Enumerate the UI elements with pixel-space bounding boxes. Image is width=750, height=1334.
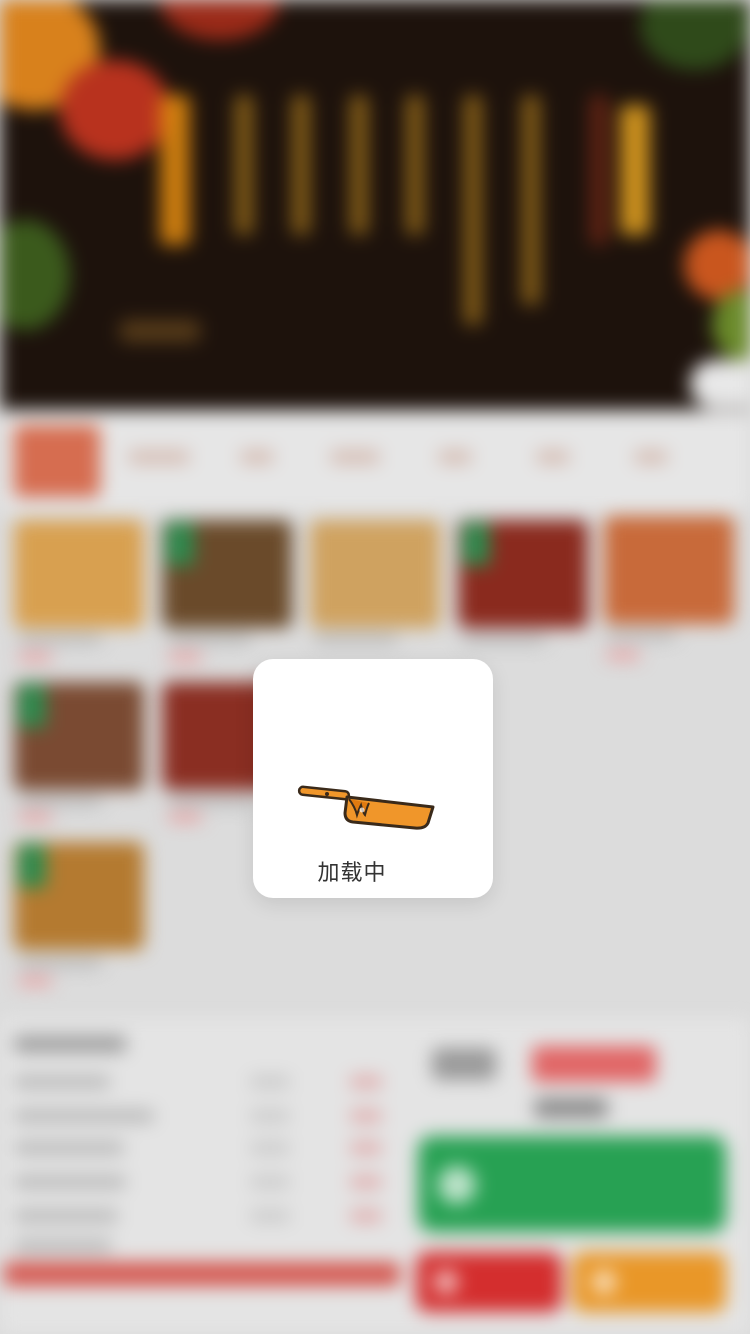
category-tab-active [14, 425, 100, 497]
total-label [432, 1048, 496, 1080]
tertiary-action-button [572, 1252, 726, 1312]
total-price [532, 1046, 656, 1082]
banner-corner-control [690, 360, 750, 408]
hero-banner [0, 0, 750, 410]
frying-pan-icon [297, 785, 435, 830]
loading-text: 加载中 [317, 861, 387, 886]
checkout-button [418, 1136, 726, 1232]
total-subtext [534, 1098, 608, 1118]
order-summary-strip [4, 1262, 400, 1286]
secondary-action-button [416, 1252, 562, 1312]
loading-toast: 加载中 [253, 659, 493, 898]
